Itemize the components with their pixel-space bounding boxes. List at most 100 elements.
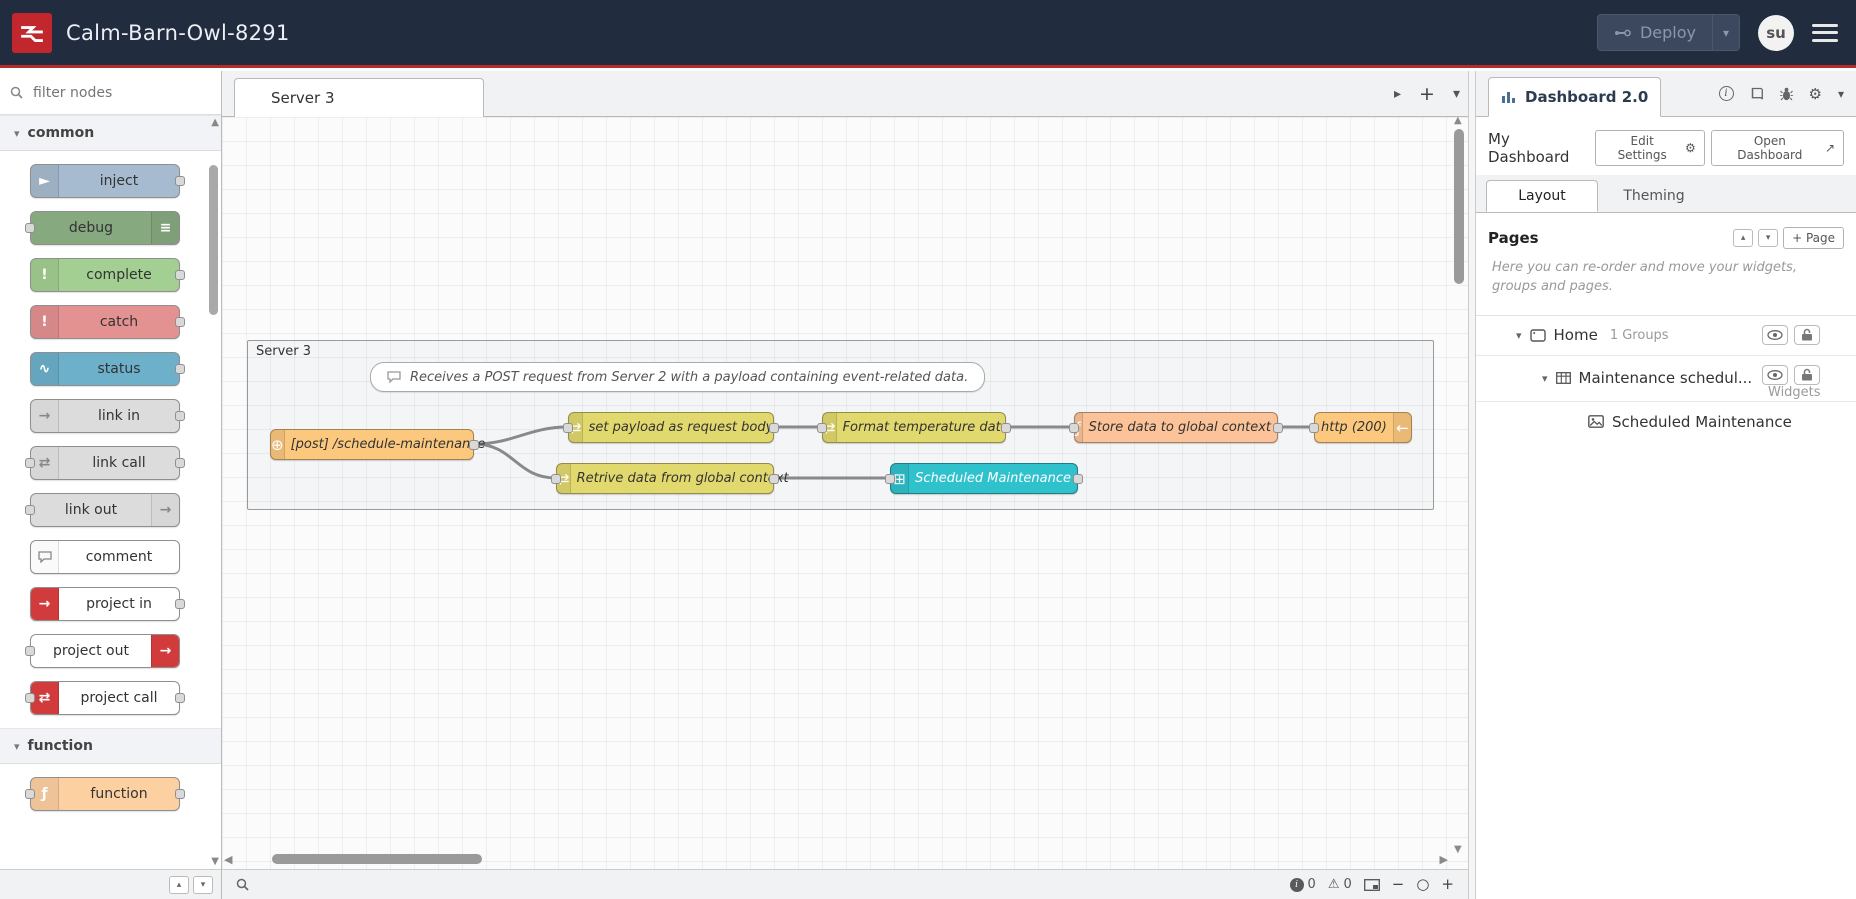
output-port xyxy=(175,789,185,799)
search-flows-button[interactable] xyxy=(236,878,249,891)
input-port[interactable] xyxy=(551,474,561,484)
move-page-up-button[interactable]: ▴ xyxy=(1733,229,1754,247)
chevron-up-icon: ▴ xyxy=(176,879,182,890)
tab-scroll-right-button[interactable]: ▸ xyxy=(1394,86,1401,102)
scroll-up-icon[interactable]: ▲ xyxy=(1454,115,1462,126)
flow-tab-server-3[interactable]: Server 3 xyxy=(234,78,484,118)
palette-node-project-call[interactable]: ⇄ project call xyxy=(25,681,185,715)
input-port[interactable] xyxy=(563,423,573,433)
node-ui-table-scheduled-maintenance[interactable]: ⊞ Scheduled Maintenance xyxy=(885,463,1083,494)
debug-sidebar-button[interactable] xyxy=(1779,87,1793,101)
zoom-out-button[interactable]: − xyxy=(1392,877,1405,892)
deploy-button[interactable]: Deploy xyxy=(1597,15,1712,50)
palette-scrollbar-thumb[interactable] xyxy=(209,165,218,315)
palette-node-project-in[interactable]: → project in xyxy=(30,587,185,621)
output-port[interactable] xyxy=(469,440,479,450)
sidebar-menu-caret[interactable]: ▾ xyxy=(1838,87,1844,101)
move-page-down-button[interactable]: ▾ xyxy=(1758,229,1779,247)
deploy-button-group: Deploy ▾ xyxy=(1596,14,1740,51)
output-port[interactable] xyxy=(769,474,779,484)
palette-node-link-call[interactable]: ⇄ link call xyxy=(25,446,185,480)
palette-node-link-in[interactable]: → link in xyxy=(30,399,185,433)
node-change-set-payload[interactable]: ⇄ set payload as request body xyxy=(563,412,779,443)
sidebar-splitter[interactable] xyxy=(1468,71,1476,899)
error-count: 0 xyxy=(1307,877,1316,892)
node-change-retrieve-global[interactable]: ⇄ Retrive data from global context xyxy=(551,463,789,494)
scroll-left-icon[interactable]: ◀ xyxy=(224,853,232,866)
palette-node-project-out[interactable]: → project out xyxy=(25,634,180,668)
deploy-options-caret[interactable]: ▾ xyxy=(1711,15,1739,50)
zoom-reset-button[interactable]: ○ xyxy=(1416,877,1429,892)
vertical-scrollbar-thumb[interactable] xyxy=(1454,129,1464,284)
collapse-all-button[interactable]: ▴ xyxy=(169,875,189,894)
scroll-down-icon[interactable]: ▼ xyxy=(1454,844,1462,855)
palette-node-complete[interactable]: ! complete xyxy=(30,258,185,292)
node-http-in[interactable]: ⊕ [post] /schedule-maintenance xyxy=(270,429,485,460)
chevron-up-icon: ▴ xyxy=(1740,233,1746,243)
output-port xyxy=(175,599,185,609)
palette-node-status[interactable]: ∿ status xyxy=(30,352,185,386)
comment-bubble-icon xyxy=(31,541,59,573)
palette-node-inject[interactable]: ► inject xyxy=(30,164,185,198)
output-port[interactable] xyxy=(1073,474,1083,484)
palette-category-function[interactable]: ▾ function xyxy=(0,728,221,764)
palette-node-debug[interactable]: ≡ debug xyxy=(25,211,180,245)
tree-row-page-home[interactable]: ▾ Home 1 Groups xyxy=(1476,315,1856,356)
link-in-icon: → xyxy=(31,400,59,432)
tree-row-group-maintenance-schedule[interactable]: ▾ Maintenance schedul... 1 Widgets xyxy=(1476,355,1856,402)
edit-settings-button[interactable]: Edit Settings ⚙ xyxy=(1595,130,1705,166)
zoom-in-button[interactable]: + xyxy=(1441,877,1454,892)
input-port[interactable] xyxy=(817,423,827,433)
flow-canvas[interactable]: Server 3 Receives a POST request from Se… xyxy=(222,117,1468,869)
palette-node-link-out[interactable]: → link out xyxy=(25,493,180,527)
error-count-toggle[interactable]: i 0 xyxy=(1289,877,1316,892)
link-out-icon: → xyxy=(151,494,179,526)
output-port[interactable] xyxy=(769,423,779,433)
scroll-down-icon[interactable]: ▼ xyxy=(211,856,219,867)
palette-node-comment[interactable]: comment xyxy=(30,540,180,574)
add-flow-button[interactable]: + xyxy=(1419,83,1435,105)
main-menu-button[interactable] xyxy=(1812,23,1838,42)
visibility-toggle-button[interactable] xyxy=(1762,364,1788,385)
tab-dashboard-2[interactable]: Dashboard 2.0 xyxy=(1488,76,1662,117)
pages-header-row: Pages ▴ ▾ + Page xyxy=(1476,213,1856,257)
comment-node[interactable]: Receives a POST request from Server 2 wi… xyxy=(370,362,986,392)
tab-layout[interactable]: Layout xyxy=(1486,180,1598,212)
user-avatar[interactable]: su xyxy=(1758,14,1794,51)
input-port[interactable] xyxy=(885,474,895,484)
node-change-format-temperature[interactable]: ⇄ Format temperature data. xyxy=(817,412,1013,443)
input-port[interactable] xyxy=(1069,423,1079,433)
palette-filter-input[interactable] xyxy=(31,83,191,102)
add-page-button[interactable]: + Page xyxy=(1783,227,1844,249)
tree-row-widget-scheduled-maintenance[interactable]: Scheduled Maintenance xyxy=(1476,401,1856,442)
lock-toggle-button[interactable] xyxy=(1794,324,1820,345)
output-port[interactable] xyxy=(1001,423,1011,433)
input-port[interactable] xyxy=(1309,423,1319,433)
output-port xyxy=(175,270,185,280)
horizontal-scrollbar-thumb[interactable] xyxy=(272,854,482,864)
node-function-store-global[interactable]: ƒ Store data to global context xyxy=(1069,412,1283,443)
output-port[interactable] xyxy=(1273,423,1283,433)
settings-button[interactable]: ⚙ xyxy=(1809,85,1822,103)
open-dashboard-button[interactable]: Open Dashboard ↗ xyxy=(1710,130,1844,166)
scroll-up-icon[interactable]: ▲ xyxy=(211,117,219,128)
output-port xyxy=(175,317,185,327)
node-http-response[interactable]: ← http (200) xyxy=(1309,412,1412,443)
gear-icon: ⚙ xyxy=(1685,141,1696,155)
info-button[interactable]: i xyxy=(1718,86,1734,101)
navigator-toggle-button[interactable] xyxy=(1363,878,1380,891)
workspace: Server 3 ▸ + ▾ Server 3 Receives a POST … xyxy=(222,71,1468,899)
lock-toggle-button[interactable] xyxy=(1794,364,1820,385)
scroll-right-icon[interactable]: ▶ xyxy=(1440,853,1448,866)
palette-category-common[interactable]: ▾ common xyxy=(0,115,221,151)
tab-theming[interactable]: Theming xyxy=(1598,180,1710,212)
bug-icon xyxy=(1779,87,1793,100)
palette-node-function[interactable]: ƒ function xyxy=(25,777,185,811)
visibility-toggle-button[interactable] xyxy=(1762,324,1788,345)
warning-count-toggle[interactable]: ⚠ 0 xyxy=(1328,877,1352,892)
palette-node-catch[interactable]: ! catch xyxy=(30,305,185,339)
eye-icon xyxy=(1767,369,1783,380)
expand-all-button[interactable]: ▾ xyxy=(193,875,213,894)
flow-list-button[interactable]: ▾ xyxy=(1453,86,1460,102)
docs-button[interactable] xyxy=(1750,87,1764,101)
